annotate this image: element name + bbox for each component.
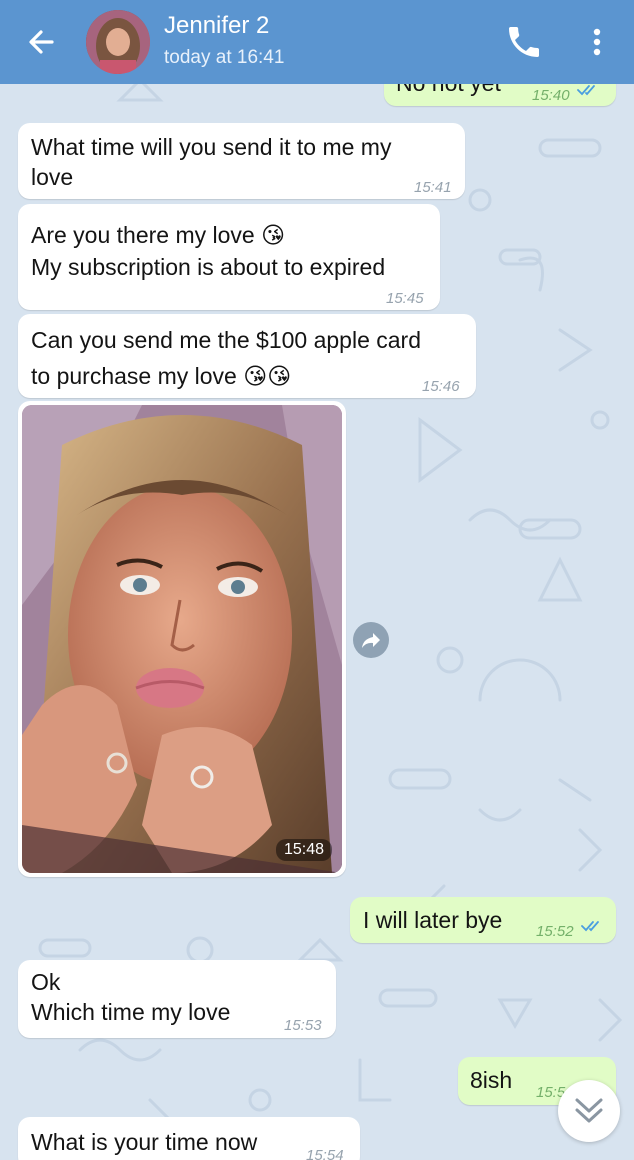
message-time: 15:40 [532,87,570,104]
double-check-icon [581,921,599,932]
message-outgoing[interactable]: I will later bye 15:52 [350,897,616,943]
forward-button[interactable] [353,622,389,658]
chevron-double-down-icon [575,1098,603,1123]
message-time: 15:54 [306,1147,344,1160]
message-text: What is your time now [31,1129,258,1155]
message-text: Can you send me the $100 apple card to p… [31,327,421,389]
avatar[interactable] [86,10,150,74]
share-arrow-icon [362,633,380,648]
message-text: What time will you send it to me my love [31,134,392,190]
contact-name[interactable]: Jennifer 2 [164,12,269,40]
double-check-icon [577,85,595,96]
back-button[interactable] [24,24,62,60]
portrait-photo [22,405,342,873]
photo-image[interactable]: 15:48 [22,405,342,873]
message-time: 15:45 [386,290,424,307]
message-text: Are you there my love 😘 My subscription … [31,222,386,280]
message-time: 15:46 [422,378,460,395]
message-incoming[interactable]: Can you send me the $100 apple card to p… [18,314,476,398]
scroll-to-bottom-button[interactable] [558,1080,620,1142]
chat-header: Jennifer 2 today at 16:41 [0,0,634,84]
message-text: 8ish [470,1067,513,1093]
message-time: 15:41 [414,179,452,196]
photo-time: 15:48 [275,839,332,861]
more-menu-button[interactable] [584,22,610,62]
message-photo[interactable]: 15:48 [18,401,346,877]
message-text: I will later bye [363,907,503,933]
message-time: 15:52 [536,923,574,940]
message-incoming[interactable]: What is your time now 15:54 [18,1117,360,1160]
message-time: 15:53 [284,1017,322,1034]
message-incoming[interactable]: Ok Which time my love 15:53 [18,960,336,1038]
contact-last-seen: today at 16:41 [164,47,285,68]
phone-icon [509,27,539,57]
message-incoming[interactable]: What time will you send it to me my love… [18,123,465,199]
avatar-portrait [86,10,150,74]
more-vertical-icon [593,28,601,56]
call-button[interactable] [504,22,544,62]
arrow-left-icon [29,30,54,54]
message-text: Ok Which time my love [31,969,231,1025]
message-incoming[interactable]: Are you there my love 😘 My subscription … [18,204,440,310]
